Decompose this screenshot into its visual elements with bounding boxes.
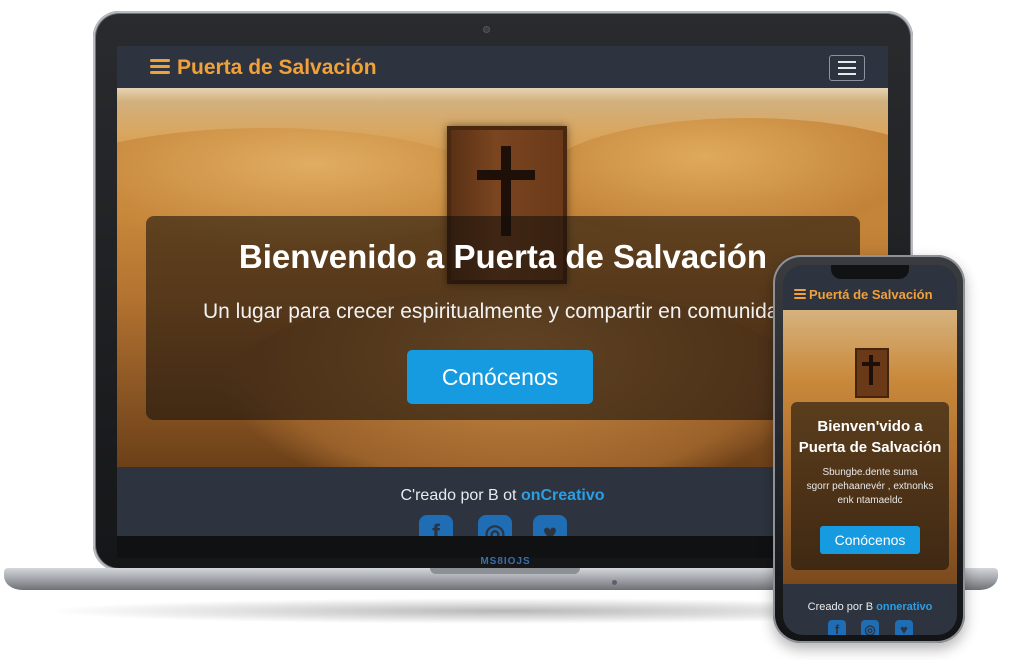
laptop-base-dot (612, 580, 617, 585)
footer-credit-prefix: C'reado por B ot (400, 487, 521, 504)
phone-hero-title-line1: Bienven'vido a (817, 418, 923, 435)
phone-hero-section: Bienven'vido a Puerta de Salvación Sbung… (783, 310, 957, 584)
phone-hero-overlay: Bienven'vido a Puerta de Salvación Sbung… (791, 402, 949, 570)
heart-icon[interactable]: ♥ (895, 620, 913, 635)
phone-hero-subtitle-line2: sgorr pehaanevér , extnonks (806, 481, 934, 492)
instagram-icon[interactable]: ◎ (861, 620, 879, 635)
phone-hero-subtitle-line3: enk ntamaeldc (837, 495, 903, 506)
phone-hero-title-line2: Puerta de Salvación (798, 439, 942, 456)
phone-footer-credit: Creado por B onnerativo (783, 601, 957, 613)
hero-subtitle: Un lugar para crecer espiritualmente y c… (203, 300, 791, 323)
laptop-base-notch (430, 568, 580, 574)
facebook-icon[interactable]: f (828, 620, 846, 635)
heart-icon[interactable]: ♥ (533, 515, 567, 536)
hamburger-menu-icon[interactable] (829, 55, 865, 81)
waves-logo-icon (794, 289, 806, 299)
phone-hero-subtitle-line1: Sbungbe.dente suma (822, 467, 918, 478)
webcam-icon (483, 26, 490, 33)
cross-icon (869, 355, 873, 385)
phone-conocenos-button[interactable]: Conócenos (820, 526, 920, 554)
phone-screen: Puertá de Salvación Bienven'vido a Puert… (783, 265, 957, 635)
hero-title: Bienvenido a Puerta de Salvación (238, 238, 768, 275)
phone-notch (831, 265, 909, 279)
phone-hero-subtitle: Sbungbe.dente suma sgorr pehaanevér , ex… (791, 466, 949, 508)
conocenos-button[interactable]: Conócenos (407, 350, 593, 404)
waves-logo-icon (150, 59, 170, 75)
phone-footer-credit-brand[interactable]: onnerativo (876, 601, 932, 613)
footer-credit-brand[interactable]: onCreativo (521, 487, 605, 504)
facebook-icon[interactable]: f (419, 515, 453, 536)
phone-footer-credit-prefix: Creado por B (807, 601, 877, 613)
site-title[interactable]: Puerta de Salvación (177, 56, 377, 80)
door-image (855, 348, 889, 398)
hero-overlay: Bienvenido a Puerta de Salvación Un luga… (146, 216, 860, 420)
phone-site-title[interactable]: Puertá de Salvación (809, 287, 933, 302)
navbar: Puerta de Salvación (117, 46, 888, 88)
sky (117, 88, 888, 102)
instagram-icon[interactable]: ◎ (478, 515, 512, 536)
phone-hero-title: Bienven'vido a Puerta de Salvación (791, 416, 949, 458)
